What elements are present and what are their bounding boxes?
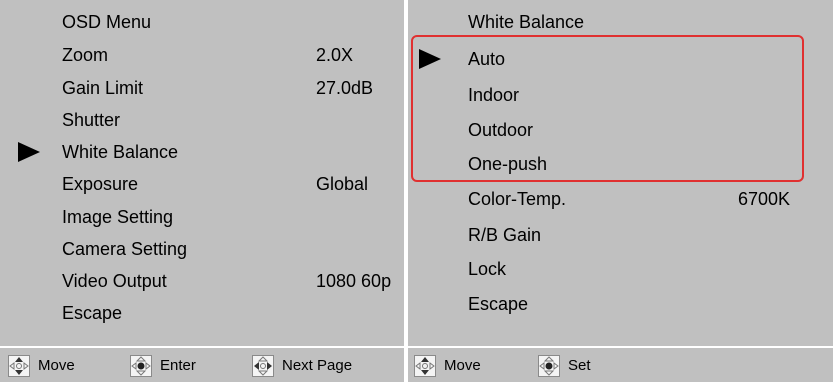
wb-option-auto[interactable]: Auto bbox=[468, 48, 505, 70]
hint-move: Move bbox=[8, 354, 75, 378]
up-down-arrows-icon bbox=[8, 355, 30, 377]
hint-move: Move bbox=[414, 354, 481, 378]
white-balance-title: White Balance bbox=[468, 12, 585, 32]
osd-menu-title: OSD Menu bbox=[62, 12, 152, 32]
osd-menu-footer: Move Enter Next Page bbox=[0, 346, 404, 382]
center-button-icon bbox=[538, 355, 560, 377]
hint-enter-label: Enter bbox=[160, 357, 196, 374]
menu-item-gain-limit[interactable]: Gain Limit bbox=[62, 77, 143, 99]
wb-item-escape[interactable]: Escape bbox=[468, 293, 528, 315]
osd-menu-panel: OSD Menu Zoom 2.0X Gain Limit 27.0dB Shu… bbox=[0, 0, 404, 382]
menu-item-video-output[interactable]: Video Output bbox=[62, 270, 167, 292]
hint-move-label: Move bbox=[444, 357, 481, 374]
hint-enter: Enter bbox=[130, 354, 196, 378]
zoom-value: 2.0X bbox=[316, 45, 354, 65]
menu-item-shutter[interactable]: Shutter bbox=[62, 109, 120, 131]
menu-item-white-balance[interactable]: White Balance bbox=[62, 141, 178, 163]
up-down-arrows-icon bbox=[414, 355, 436, 377]
exposure-value: Global bbox=[316, 174, 369, 194]
wb-item-rb-gain[interactable]: R/B Gain bbox=[468, 224, 541, 246]
wb-item-color-temp[interactable]: Color-Temp. bbox=[468, 188, 566, 210]
white-balance-footer: Move Set bbox=[408, 346, 833, 382]
selection-cursor-icon bbox=[419, 49, 441, 69]
wb-item-lock[interactable]: Lock bbox=[468, 258, 506, 280]
hint-next-page: Next Page bbox=[252, 354, 352, 378]
hint-move-label: Move bbox=[38, 357, 75, 374]
gain-limit-value: 27.0dB bbox=[316, 78, 374, 98]
center-button-icon bbox=[130, 355, 152, 377]
wb-option-outdoor[interactable]: Outdoor bbox=[468, 119, 533, 141]
left-right-arrows-icon bbox=[252, 355, 274, 377]
hint-next-page-label: Next Page bbox=[282, 357, 353, 374]
menu-item-image-setting[interactable]: Image Setting bbox=[62, 206, 173, 228]
menu-item-camera-setting[interactable]: Camera Setting bbox=[62, 238, 187, 260]
wb-option-one-push[interactable]: One-push bbox=[468, 153, 547, 175]
wb-option-indoor[interactable]: Indoor bbox=[468, 84, 519, 106]
selection-cursor-icon bbox=[18, 142, 40, 162]
video-output-value: 1080 60p bbox=[316, 271, 392, 291]
menu-item-exposure[interactable]: Exposure bbox=[62, 173, 138, 195]
menu-item-escape[interactable]: Escape bbox=[62, 302, 122, 324]
hint-set: Set bbox=[538, 354, 591, 378]
hint-set-label: Set bbox=[568, 357, 591, 374]
menu-item-zoom[interactable]: Zoom bbox=[62, 44, 108, 66]
color-temp-value: 6700K bbox=[738, 189, 791, 209]
white-balance-panel: White Balance Auto Indoor Outdoor One-pu… bbox=[408, 0, 833, 382]
